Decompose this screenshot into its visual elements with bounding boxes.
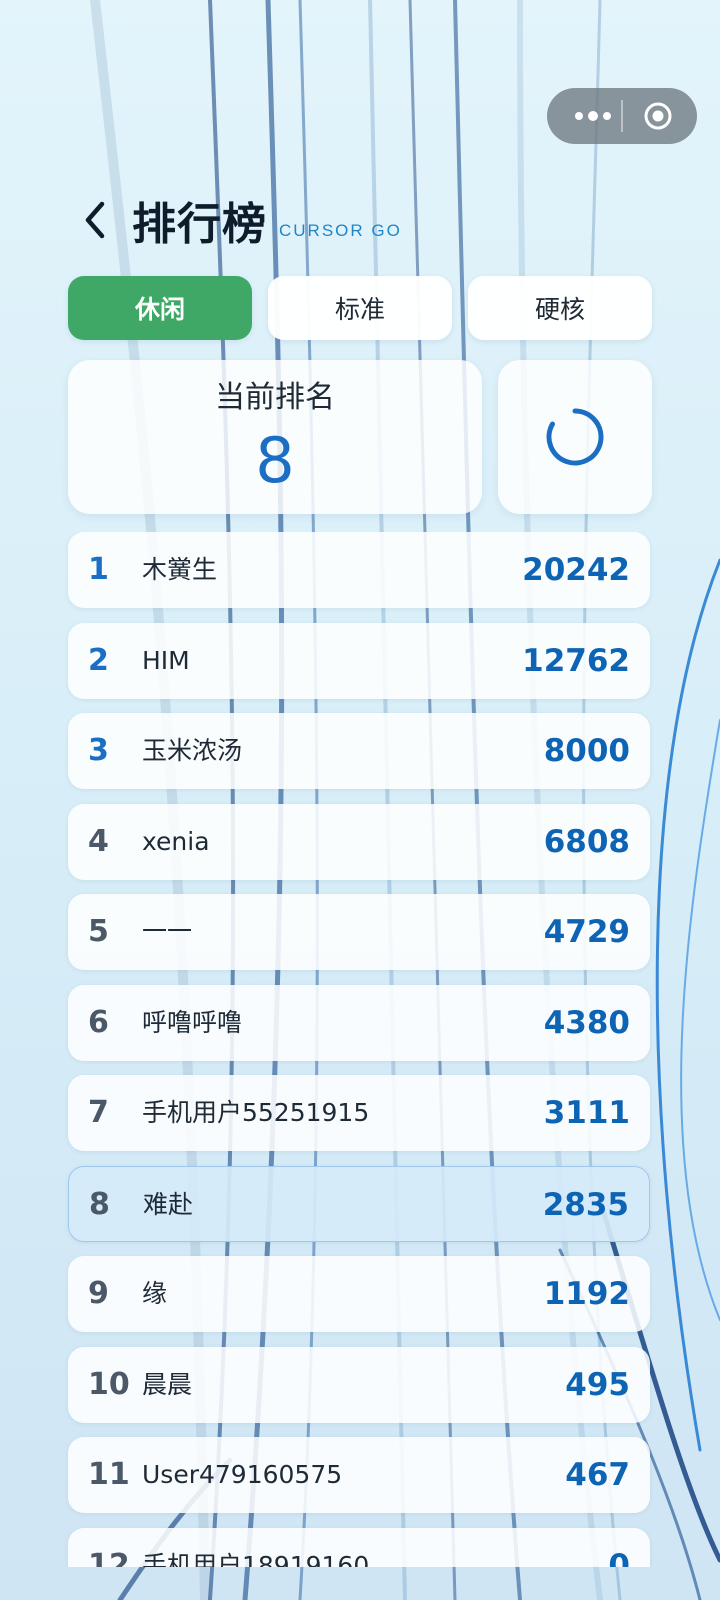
- player-name: 呼噜呼噜: [142, 1008, 243, 1037]
- player-name: 玉米浓汤: [142, 736, 243, 765]
- tab-standard[interactable]: 标准: [268, 276, 452, 340]
- player-name: 难赴: [143, 1190, 194, 1219]
- leaderboard-row: 11 User479160575 467: [68, 1437, 650, 1513]
- refresh-button[interactable]: [498, 360, 652, 514]
- rank-number: 11: [88, 1457, 130, 1492]
- capsule-divider: [621, 100, 623, 132]
- current-rank-card: 当前排名 8: [68, 360, 482, 514]
- rank-number: 9: [88, 1276, 109, 1311]
- player-name: User479160575: [142, 1460, 343, 1489]
- leaderboard-row: 9 缘 1192: [68, 1256, 650, 1332]
- player-score: 3111: [543, 1095, 630, 1131]
- current-rank-label: 当前排名: [215, 380, 335, 415]
- tab-hardcore[interactable]: 硬核: [468, 276, 652, 340]
- leaderboard-row: 1 木黉生 20242: [68, 532, 650, 608]
- player-name: 手机用户55251915: [142, 1098, 370, 1127]
- rank-number: 3: [88, 733, 109, 768]
- leaderboard-row: 10 晨晨 495: [68, 1347, 650, 1423]
- player-score: 4729: [543, 914, 630, 950]
- leaderboard-row: 5 一一 4729: [68, 894, 650, 970]
- player-name: xenia: [142, 827, 210, 856]
- leaderboard-row: 3 玉米浓汤 8000: [68, 713, 650, 789]
- rank-number: 8: [89, 1187, 110, 1222]
- close-target-icon[interactable]: [643, 101, 673, 131]
- page-title: 排行榜: [132, 199, 267, 250]
- player-score: 467: [565, 1457, 630, 1493]
- rank-number: 4: [88, 824, 109, 859]
- player-score: 6808: [543, 824, 630, 860]
- leaderboard-row: 12 手机用户18919160 0: [68, 1528, 650, 1567]
- rank-number: 6: [88, 1005, 109, 1040]
- leaderboard-row: 7 手机用户55251915 3111: [68, 1075, 650, 1151]
- player-score: 0: [608, 1548, 630, 1567]
- back-button[interactable]: [82, 190, 122, 250]
- leaderboard-row: 6 呼噜呼噜 4380: [68, 985, 650, 1061]
- rank-number: 10: [88, 1367, 130, 1402]
- player-score: 2835: [542, 1187, 629, 1223]
- leaderboard-row: 2 HIM 12762: [68, 623, 650, 699]
- player-score: 20242: [522, 552, 630, 588]
- header: 排行榜 CURSOR GO: [82, 190, 402, 250]
- player-score: 4380: [543, 1005, 630, 1041]
- loading-ring-icon: [546, 408, 604, 466]
- player-name: 晨晨: [142, 1370, 193, 1399]
- player-name: 手机用户18919160: [142, 1551, 370, 1567]
- leaderboard-row-current-user: 8 难赴 2835: [68, 1166, 650, 1242]
- player-name: 木黉生: [142, 555, 218, 584]
- page-subtitle: CURSOR GO: [279, 221, 402, 240]
- rank-number: 5: [88, 914, 109, 949]
- player-score: 12762: [522, 643, 630, 679]
- tab-casual[interactable]: 休闲: [68, 276, 252, 340]
- player-name: HIM: [142, 646, 190, 675]
- player-name: 缘: [142, 1279, 168, 1308]
- current-rank-value: 8: [255, 424, 295, 497]
- more-dots-icon[interactable]: [565, 102, 621, 130]
- player-score: 8000: [543, 733, 630, 769]
- rank-number: 12: [88, 1548, 130, 1567]
- player-score: 1192: [543, 1276, 630, 1312]
- leaderboard-row: 4 xenia 6808: [68, 804, 650, 880]
- chevron-left-icon: [85, 201, 105, 239]
- rank-number: 2: [88, 643, 109, 678]
- mini-program-capsule: [547, 88, 697, 144]
- player-score: 495: [565, 1367, 630, 1403]
- player-name: 一一: [142, 917, 193, 946]
- leaderboard-list[interactable]: 1 木黉生 20242 2 HIM 12762 3 玉米浓汤 8000 4 xenia 6808 5 一一…: [0, 532, 720, 1567]
- mode-tabs: 休闲 标准 硬核: [68, 276, 652, 340]
- rank-number: 1: [88, 552, 109, 587]
- rank-number: 7: [88, 1095, 109, 1130]
